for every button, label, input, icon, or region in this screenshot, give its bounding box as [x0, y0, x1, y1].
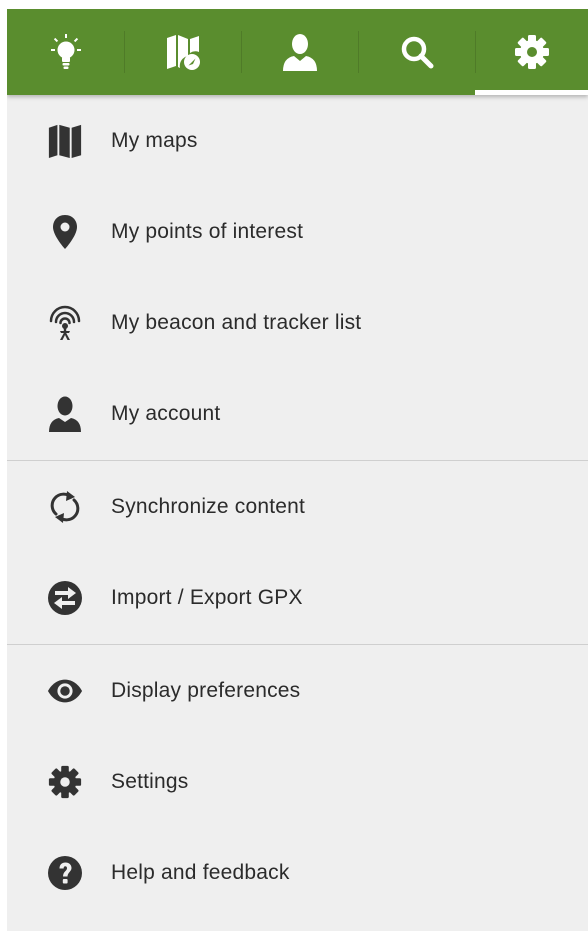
- tab-account[interactable]: [241, 9, 358, 95]
- menu-item-label: My account: [111, 401, 221, 425]
- tab-tips[interactable]: [7, 9, 124, 95]
- menu-item-display-preferences[interactable]: Display preferences: [7, 645, 588, 736]
- beacon-tracker-icon: [47, 305, 83, 341]
- eye-icon: [47, 673, 83, 709]
- menu-item-help-feedback[interactable]: Help and feedback: [7, 827, 588, 918]
- gear-icon: [514, 35, 549, 69]
- menu-item-points-of-interest[interactable]: My points of interest: [7, 186, 588, 277]
- tab-maps[interactable]: [124, 9, 241, 95]
- menu-item-label: Synchronize content: [111, 494, 306, 518]
- menu-item-label: Import / Export GPX: [111, 585, 303, 609]
- person-icon: [47, 396, 83, 432]
- menu-item-my-maps[interactable]: My maps: [7, 95, 588, 186]
- tab-indicator: [358, 90, 475, 95]
- menu-item-beacon-tracker-list[interactable]: My beacon and tracker list: [7, 277, 588, 368]
- menu-item-my-account[interactable]: My account: [7, 368, 588, 459]
- search-icon: [401, 36, 433, 69]
- lightbulb-icon: [50, 34, 81, 69]
- sync-icon: [47, 489, 83, 525]
- import-export-icon: [47, 580, 83, 616]
- menu-item-label: Settings: [111, 769, 189, 793]
- top-tab-bar: [7, 9, 588, 95]
- map-compass-icon: [166, 35, 200, 70]
- tab-indicator: [7, 90, 124, 95]
- person-icon: [282, 34, 317, 71]
- menu-item-settings[interactable]: Settings: [7, 736, 588, 827]
- menu-item-synchronize-content[interactable]: Synchronize content: [7, 461, 588, 552]
- menu-item-label: My beacon and tracker list: [111, 310, 362, 334]
- help-icon: [47, 855, 83, 891]
- settings-menu: My maps My points of interest My beacon …: [7, 95, 588, 918]
- menu-item-label: My points of interest: [111, 219, 304, 243]
- menu-item-label: Display preferences: [111, 678, 301, 702]
- location-pin-icon: [47, 214, 83, 250]
- menu-item-import-export-gpx[interactable]: Import / Export GPX: [7, 552, 588, 643]
- tab-indicator-active: [475, 90, 588, 95]
- tab-search[interactable]: [358, 9, 475, 95]
- tab-indicator: [241, 90, 358, 95]
- gear-icon: [47, 764, 83, 800]
- tab-settings[interactable]: [475, 9, 588, 95]
- map-icon: [47, 123, 83, 159]
- app-screen: My maps My points of interest My beacon …: [7, 9, 588, 931]
- menu-item-label: My maps: [111, 128, 198, 152]
- tab-indicator: [124, 90, 241, 95]
- menu-item-label: Help and feedback: [111, 860, 290, 884]
